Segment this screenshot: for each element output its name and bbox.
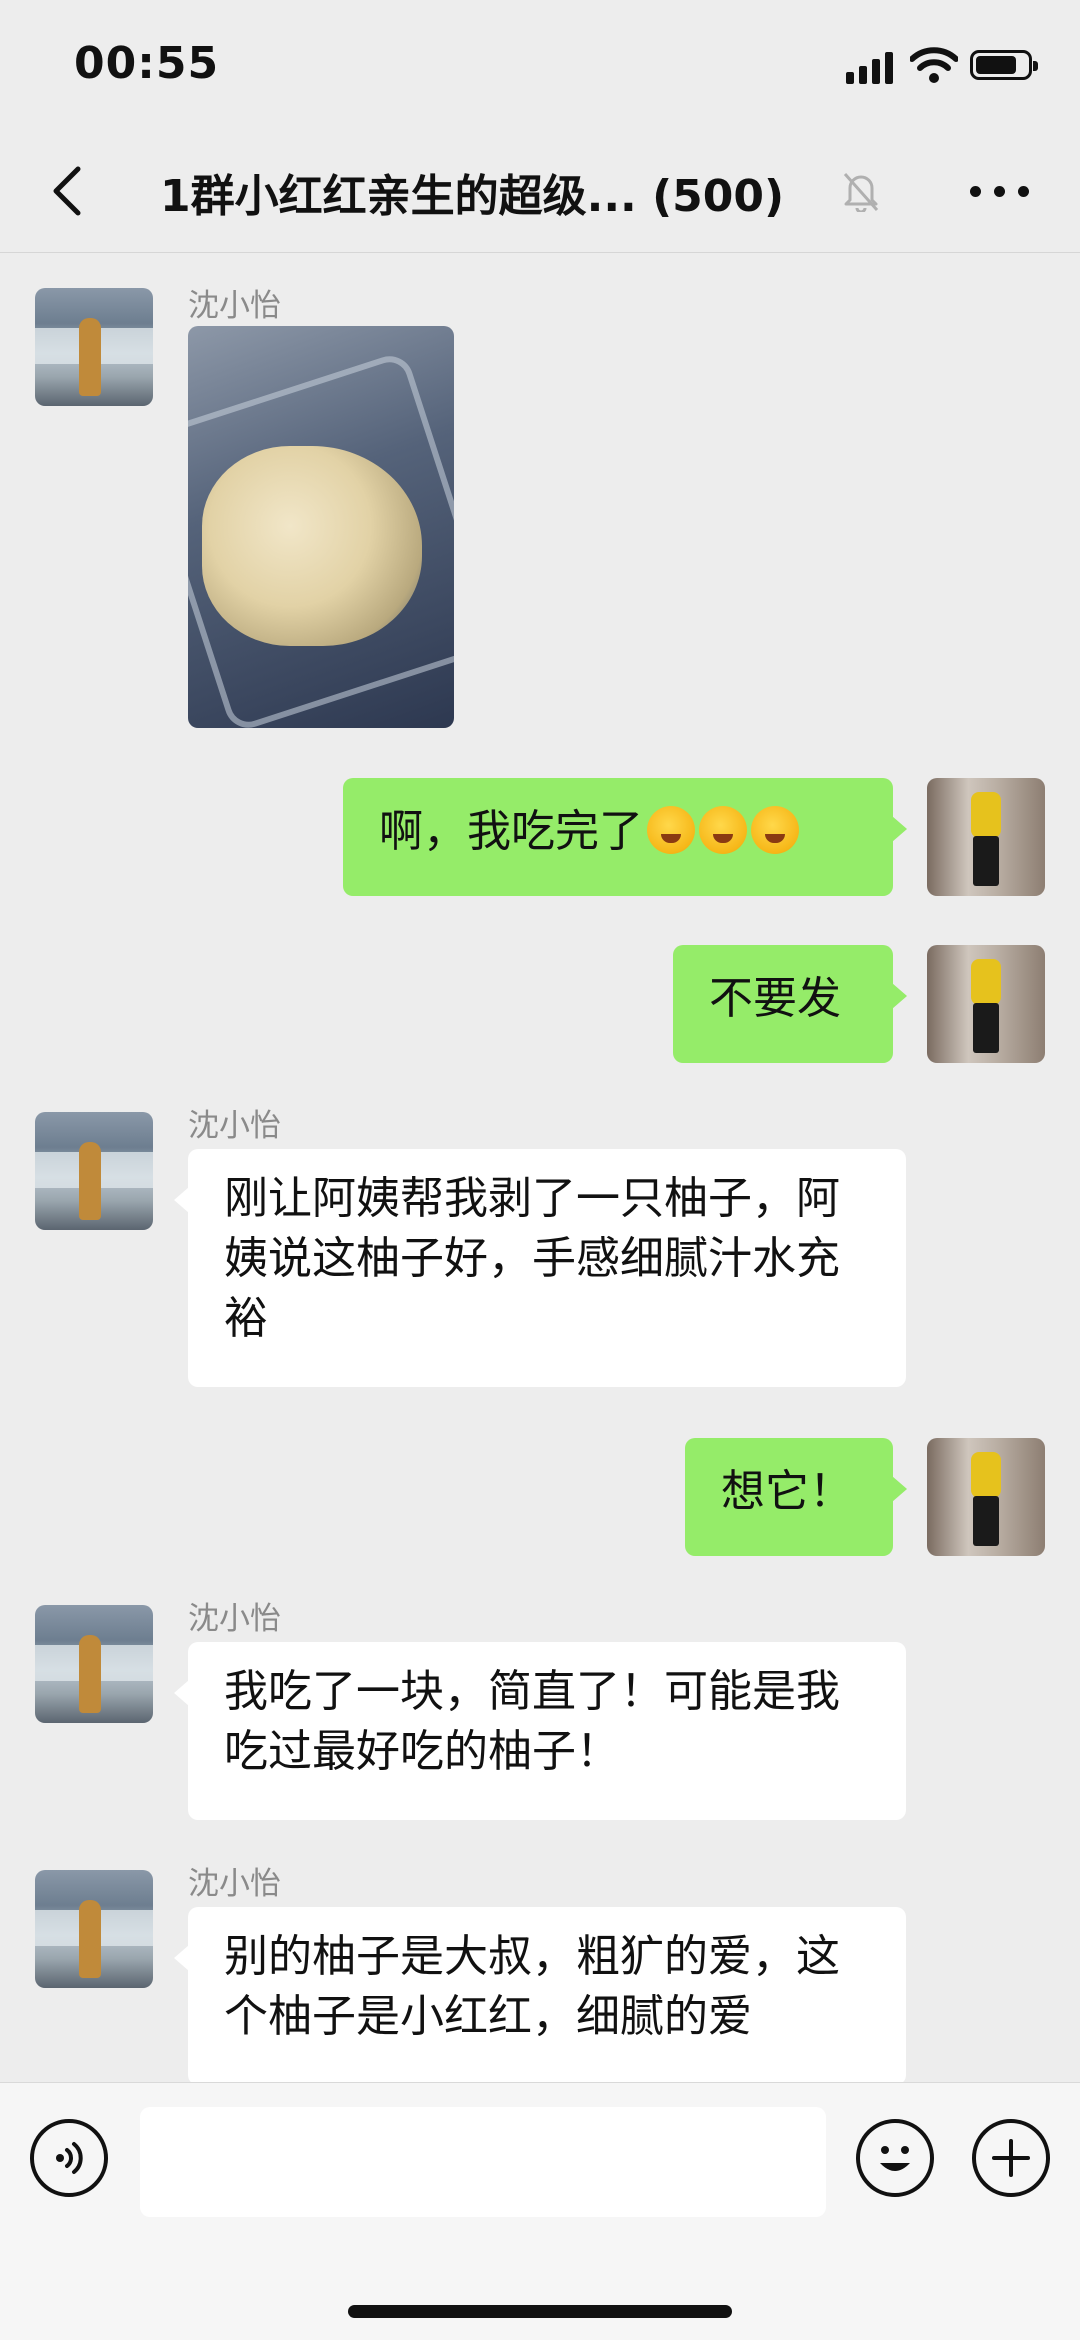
plus-button[interactable] <box>972 2119 1050 2197</box>
chat-title[interactable]: 1群小红红亲生的超级... (500) <box>160 160 860 224</box>
chat-header: 1群小红红亲生的超级... (500) <box>0 130 1080 253</box>
outgoing-message-bubble[interactable]: 不要发 <box>673 945 907 1063</box>
message-text: 别的柚子是大叔，粗犷的爱，这个柚子是小红红，细腻的爱 <box>224 1931 840 2042</box>
input-bar <box>0 2082 1080 2340</box>
avatar[interactable] <box>927 778 1045 896</box>
avatar[interactable] <box>927 945 1045 1063</box>
message-input[interactable] <box>140 2107 826 2217</box>
crying-laughing-emoji-icon <box>751 806 799 854</box>
plus-icon <box>992 2139 1030 2177</box>
sender-name: 沈小怡 <box>188 1108 281 1144</box>
status-bar: 00:55 <box>0 0 1080 130</box>
incoming-message-bubble[interactable]: 刚让阿姨帮我剥了一只柚子，阿姨说这柚子好，手感细腻汁水充裕 <box>174 1149 906 1387</box>
voice-button[interactable] <box>30 2119 108 2197</box>
avatar[interactable] <box>35 288 153 406</box>
crying-laughing-emoji-icon <box>647 806 695 854</box>
avatar[interactable] <box>927 1438 1045 1556</box>
sender-name: 沈小怡 <box>188 1601 281 1637</box>
avatar[interactable] <box>35 1605 153 1723</box>
message-text: 我吃了一块，简直了！可能是我吃过最好吃的柚子！ <box>224 1666 840 1777</box>
cellular-signal-icon <box>846 50 894 84</box>
status-time: 00:55 <box>74 38 220 89</box>
sender-name: 沈小怡 <box>188 288 281 324</box>
incoming-message-bubble[interactable]: 我吃了一块，简直了！可能是我吃过最好吃的柚子！ <box>174 1642 906 1820</box>
home-indicator <box>348 2305 732 2318</box>
voice-icon <box>56 2142 83 2174</box>
sender-name: 沈小怡 <box>188 1866 281 1902</box>
avatar[interactable] <box>35 1112 153 1230</box>
image-message[interactable] <box>188 326 454 728</box>
outgoing-message-bubble[interactable]: 啊，我吃完了 <box>343 778 907 896</box>
wifi-icon <box>910 47 958 83</box>
crying-laughing-emoji-icon <box>699 806 747 854</box>
ellipsis-icon[interactable] <box>970 186 1030 198</box>
message-text: 刚让阿姨帮我剥了一只柚子，阿姨说这柚子好，手感细腻汁水充裕 <box>224 1173 840 1344</box>
avatar[interactable] <box>35 1870 153 1988</box>
smiley-icon <box>880 2146 910 2171</box>
outgoing-message-bubble[interactable]: 想它！ <box>685 1438 907 1556</box>
message-text: 不要发 <box>709 973 841 1024</box>
chevron-left-icon[interactable] <box>44 163 94 219</box>
bell-off-icon <box>843 173 879 212</box>
message-text: 啊，我吃完了 <box>379 806 643 857</box>
emoji-button[interactable] <box>856 2119 934 2197</box>
message-text: 想它！ <box>721 1466 853 1517</box>
incoming-message-bubble[interactable]: 别的柚子是大叔，粗犷的爱，这个柚子是小红红，细腻的爱 <box>174 1907 906 2085</box>
battery-icon <box>970 50 1038 80</box>
